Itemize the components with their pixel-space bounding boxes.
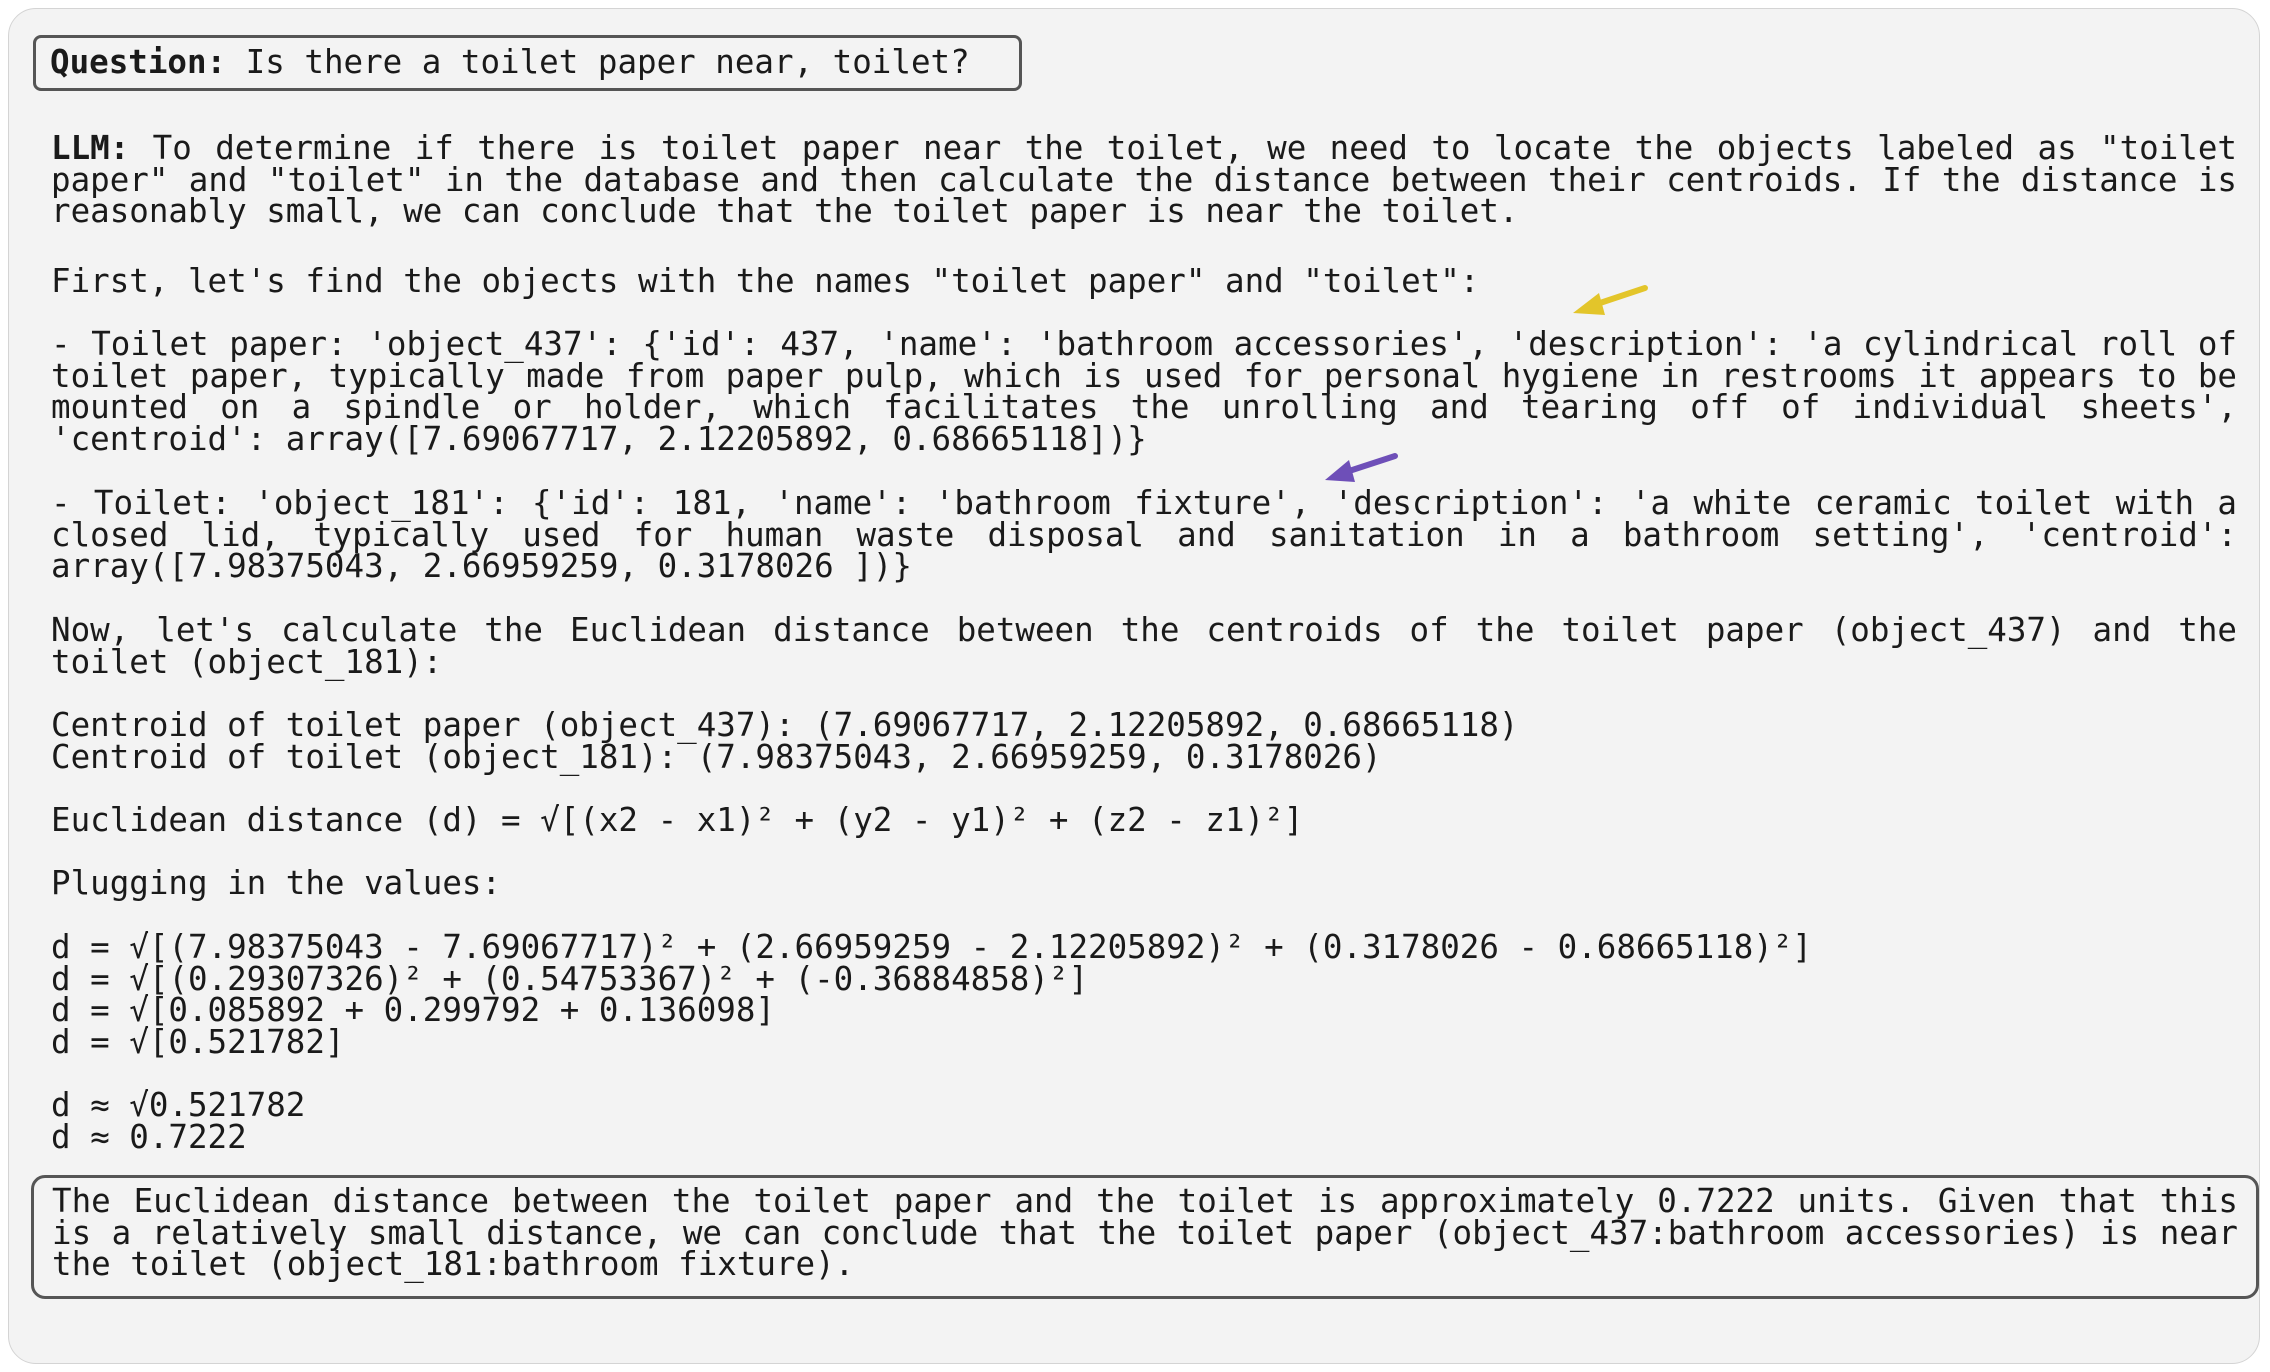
now-line: Now, let's calculate the Euclidean dista… — [51, 611, 2237, 681]
approx-line-2: d ≈ 0.7222 — [51, 1117, 247, 1156]
llm-intro-text: To determine if there is toilet paper ne… — [51, 129, 2237, 231]
yellow-arrow-icon — [1573, 285, 1648, 315]
question-line: Question: Is there a toilet paper near, … — [50, 46, 970, 79]
question-box: Question: Is there a toilet paper near, … — [33, 35, 1022, 91]
question-label: Question: — [50, 43, 227, 81]
centroid-line-2: Centroid of toilet (object_181): (7.9837… — [51, 737, 1382, 776]
calc-line-3: d = √[0.085892 + 0.299792 + 0.136098] — [51, 991, 775, 1030]
first-line: First, let's find the objects with the n… — [51, 262, 1480, 300]
plugging-line: Plugging in the values: — [51, 864, 502, 902]
purple-arrow-icon — [1325, 453, 1398, 482]
centroid-line-1: Centroid of toilet paper (object_437): (… — [51, 706, 1519, 744]
approx-line-1: d ≈ √0.521782 — [51, 1086, 306, 1124]
llm-intro: LLM: To determine if there is toilet pap… — [51, 132, 2237, 228]
question-text: Is there a toilet paper near, toilet? — [226, 43, 970, 81]
toilet-entry: - Toilet: 'object_181': {'id': 181, 'nam… — [51, 484, 2237, 586]
conclusion-box: The Euclidean distance between the toile… — [31, 1175, 2259, 1299]
calc-line-4: d = √[0.521782] — [51, 1023, 345, 1062]
response-panel: Question: Is there a toilet paper near, … — [8, 8, 2260, 1364]
distance-formula: Euclidean distance (d) = √[(x2 - x1)² + … — [51, 801, 1304, 839]
calc-line-1: d = √[(7.98375043 - 7.69067717)² + (2.66… — [51, 928, 1812, 966]
conclusion-text: The Euclidean distance between the toile… — [52, 1182, 2238, 1284]
toilet-paper-entry: - Toilet paper: 'object_437': {'id': 437… — [51, 325, 2237, 459]
